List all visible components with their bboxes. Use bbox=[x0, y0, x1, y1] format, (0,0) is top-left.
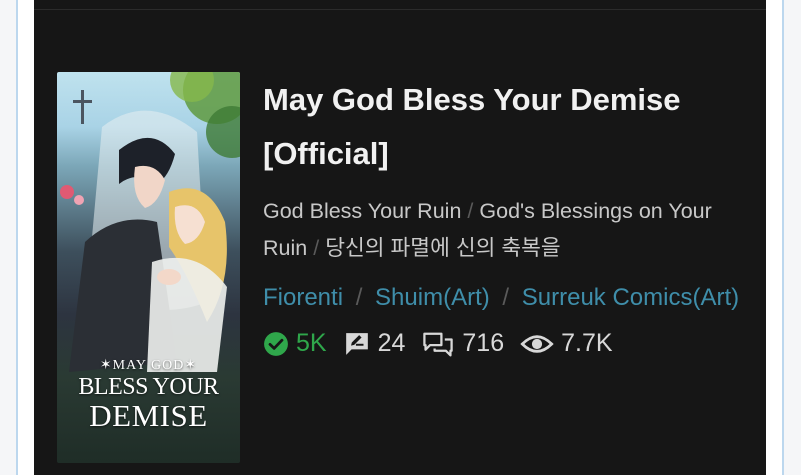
comment-icon bbox=[345, 332, 368, 355]
comments-stat[interactable]: 24 bbox=[343, 329, 406, 358]
manga-info: May God Bless Your Demise [Official] God… bbox=[263, 73, 753, 358]
manga-card: ✶MAY GOD✶ BLESS YOUR DEMISE May God Bles… bbox=[34, 0, 766, 475]
view-count: 7.7K bbox=[561, 329, 613, 357]
alt-title: 당신의 파멸에 신의 축복을 bbox=[325, 236, 561, 260]
separator: / bbox=[313, 236, 320, 260]
authors: Fiorenti / Shuim(Art) / Surreuk Comics(A… bbox=[263, 279, 753, 317]
alt-title: God Bless Your Ruin bbox=[263, 199, 462, 223]
threads-stat[interactable]: 716 bbox=[421, 329, 504, 358]
cover-title-line3: DEMISE bbox=[89, 398, 208, 433]
alt-titles: God Bless Your Ruin / God's Blessings on Y… bbox=[263, 193, 753, 267]
artist-link[interactable]: Surreuk Comics(Art) bbox=[522, 284, 739, 311]
comment-count: 24 bbox=[377, 329, 406, 357]
separator: / bbox=[349, 284, 370, 311]
author-link[interactable]: Fiorenti bbox=[263, 284, 343, 311]
views-stat: 7.7K bbox=[520, 329, 613, 358]
separator: / bbox=[467, 199, 474, 223]
follow-count: 5K bbox=[296, 329, 327, 357]
threads-icon bbox=[423, 332, 454, 356]
cover-title-line2: BLESS YOUR bbox=[78, 374, 219, 400]
cover-title-line1: ✶MAY GOD✶ bbox=[99, 358, 198, 373]
stats-row: 5K 24 716 7.7K bbox=[263, 329, 753, 358]
manga-title[interactable]: May God Bless Your Demise [Official] bbox=[263, 73, 753, 181]
separator: / bbox=[495, 284, 516, 311]
eye-icon bbox=[520, 334, 554, 353]
thread-count: 716 bbox=[462, 329, 505, 357]
follow-stat[interactable]: 5K bbox=[263, 329, 327, 358]
check-circle-icon bbox=[264, 331, 288, 356]
divider bbox=[34, 9, 766, 10]
cover-image[interactable]: ✶MAY GOD✶ BLESS YOUR DEMISE bbox=[57, 72, 240, 463]
artist-link[interactable]: Shuim(Art) bbox=[375, 284, 490, 311]
